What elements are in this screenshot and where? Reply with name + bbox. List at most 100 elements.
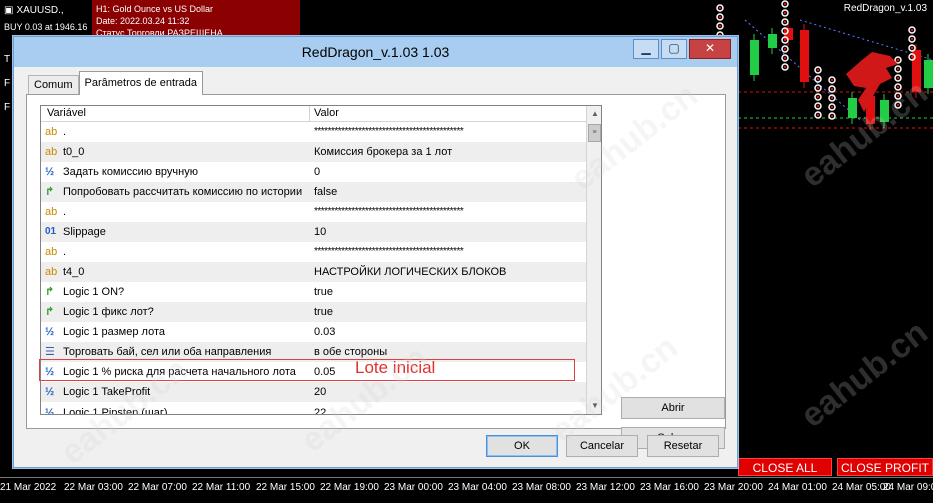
value-cell[interactable]: НАСТРОЙКИ ЛОГИЧЕСКИХ БЛОКОВ	[310, 262, 585, 282]
table-row[interactable]: ↱ Logic 1 ON? true	[41, 282, 601, 302]
time-label: 22 Mar 07:00	[128, 482, 187, 493]
bool-type-icon: ↱	[45, 306, 55, 318]
info-date: Date: 2022.03.24 11:32	[96, 16, 190, 26]
variable-cell[interactable]: ab t0_0	[41, 142, 310, 162]
table-row[interactable]: ½ Logic 1 Pipstep (шаг) 22	[41, 402, 601, 415]
left-mark: F	[4, 78, 11, 89]
candle-body	[768, 34, 777, 48]
table-row[interactable]: ↱ Logic 1 фикс лот? true	[41, 302, 601, 322]
string-type-icon: ab	[45, 126, 58, 138]
column-header-variable[interactable]: Variável	[41, 106, 310, 121]
double-type-icon: ½	[45, 407, 55, 415]
value-cell[interactable]: true	[310, 302, 585, 322]
tab-common[interactable]: Comum	[28, 75, 79, 95]
close-all-button[interactable]: CLOSE ALL	[738, 458, 832, 476]
variable-cell[interactable]: ab t4_0	[41, 262, 310, 282]
ok-button[interactable]: OK	[486, 435, 558, 457]
variable-cell[interactable]: ab.	[41, 122, 310, 142]
value-cell[interactable]: ****************************************…	[310, 122, 585, 142]
table-row[interactable]: ☰ Торговать бай, сел или оба направления в…	[41, 342, 601, 362]
time-label: 23 Mar 04:00	[448, 482, 507, 493]
value-cell[interactable]: ****************************************…	[310, 202, 585, 222]
minimize-icon[interactable]: ▁	[633, 39, 659, 59]
scroll-down-icon[interactable]: ▼	[587, 398, 601, 414]
value-cell[interactable]: 0.05	[310, 362, 585, 382]
table-row[interactable]: ½ Logic 1 TakeProfit 20	[41, 382, 601, 402]
order-marker-center	[816, 113, 820, 117]
dialog-titlebar[interactable]: RedDragon_v.1.03 1.03 ▁ ▢ ✕	[14, 37, 737, 67]
order-marker-center	[816, 68, 820, 72]
time-label: 23 Mar 08:00	[512, 482, 571, 493]
cancel-button[interactable]: Cancelar	[566, 435, 638, 457]
variable-cell[interactable]: ab.	[41, 202, 310, 222]
scroll-thumb[interactable]: ≡	[588, 124, 601, 142]
variable-cell[interactable]: ↱ Попробовать рассчитать комиссию по исто…	[41, 182, 310, 202]
table-row[interactable]: ½ Logic 1 размер лота 0.03	[41, 322, 601, 342]
order-marker-center	[910, 37, 914, 41]
table-row[interactable]: ab. *************************************…	[41, 122, 601, 142]
value-cell[interactable]: ****************************************…	[310, 242, 585, 262]
close-profit-button[interactable]: CLOSE PROFIT	[837, 458, 933, 476]
variable-cell[interactable]: ☰ Торговать бай, сел или оба направления	[41, 342, 310, 362]
int-type-icon: 01	[45, 226, 57, 237]
variable-cell[interactable]: 01 Slippage	[41, 222, 310, 242]
order-marker-center	[910, 46, 914, 50]
open-button[interactable]: Abrir	[621, 397, 725, 419]
variable-name: .	[63, 126, 67, 138]
variable-cell[interactable]: ½ Logic 1 Pipstep (шаг)	[41, 402, 310, 415]
variable-cell[interactable]: ½ Logic 1 % риска для расчета начального …	[41, 362, 310, 382]
variable-name: .	[63, 206, 67, 218]
order-marker-center	[718, 24, 722, 28]
variable-cell[interactable]: ½ Logic 1 TakeProfit	[41, 382, 310, 402]
candle-body	[880, 100, 889, 122]
variable-cell[interactable]: ab.	[41, 242, 310, 262]
table-row[interactable]: ½ Logic 1 % риска для расчета начального …	[41, 362, 601, 382]
order-marker-center	[783, 47, 787, 51]
table-row[interactable]: ab t0_0 Комиссия брокера за 1 лот	[41, 142, 601, 162]
close-icon[interactable]: ✕	[689, 39, 731, 59]
variable-name: .	[63, 246, 67, 258]
table-scrollbar[interactable]: ▲ ≡ ▼	[586, 106, 601, 414]
candle-body	[750, 40, 759, 75]
table-row[interactable]: ↱ Попробовать рассчитать комиссию по исто…	[41, 182, 601, 202]
table-row[interactable]: ab t4_0 НАСТРОЙКИ ЛОГИЧЕСКИХ БЛОКОВ	[41, 262, 601, 282]
variable-cell[interactable]: ↱ Logic 1 фикс лот?	[41, 302, 310, 322]
value-cell[interactable]: true	[310, 282, 585, 302]
maximize-icon[interactable]: ▢	[661, 39, 687, 59]
variable-name: t4_0	[63, 266, 85, 278]
table-row[interactable]: ab. *************************************…	[41, 202, 601, 222]
time-label: 22 Mar 19:00	[320, 482, 379, 493]
column-header-value[interactable]: Valor	[310, 106, 585, 121]
order-marker-center	[896, 76, 900, 80]
value-cell[interactable]: 0	[310, 162, 585, 182]
value-cell[interactable]: 0.03	[310, 322, 585, 342]
scroll-up-icon[interactable]: ▲	[587, 106, 601, 122]
variable-name: Logic 1 ON?	[63, 286, 125, 298]
candle-body	[912, 50, 921, 92]
variable-cell[interactable]: ½ Задать комиссию вручную	[41, 162, 310, 182]
bool-type-icon: ↱	[45, 186, 55, 198]
value-cell[interactable]: 10	[310, 222, 585, 242]
time-label: 22 Mar 11:00	[192, 482, 251, 493]
time-label: 24 Mar 09:00	[883, 482, 933, 493]
value-cell[interactable]: Комиссия брокера за 1 лот	[310, 142, 585, 162]
table-row[interactable]: ½ Задать комиссию вручную 0	[41, 162, 601, 182]
value-cell[interactable]: в обе стороны	[310, 342, 585, 362]
chart-ea-title: RedDragon_v.1.03	[843, 3, 927, 14]
table-row[interactable]: ab. *************************************…	[41, 242, 601, 262]
variable-cell[interactable]: ↱ Logic 1 ON?	[41, 282, 310, 302]
tab-input-parameters[interactable]: Parâmetros de entrada	[78, 71, 204, 95]
value-cell[interactable]: false	[310, 182, 585, 202]
string-type-icon: ab	[45, 266, 58, 278]
time-label: 22 Mar 03:00	[64, 482, 123, 493]
order-marker-center	[783, 2, 787, 6]
order-marker-center	[816, 86, 820, 90]
table-row[interactable]: 01 Slippage 10	[41, 222, 601, 242]
reset-button[interactable]: Resetar	[647, 435, 719, 457]
order-marker-center	[718, 15, 722, 19]
value-cell[interactable]: 22	[310, 402, 585, 414]
variable-name: Logic 1 фикс лот?	[63, 306, 154, 318]
value-cell[interactable]: 20	[310, 382, 585, 402]
variable-cell[interactable]: ½ Logic 1 размер лота	[41, 322, 310, 342]
order-marker-center	[896, 58, 900, 62]
